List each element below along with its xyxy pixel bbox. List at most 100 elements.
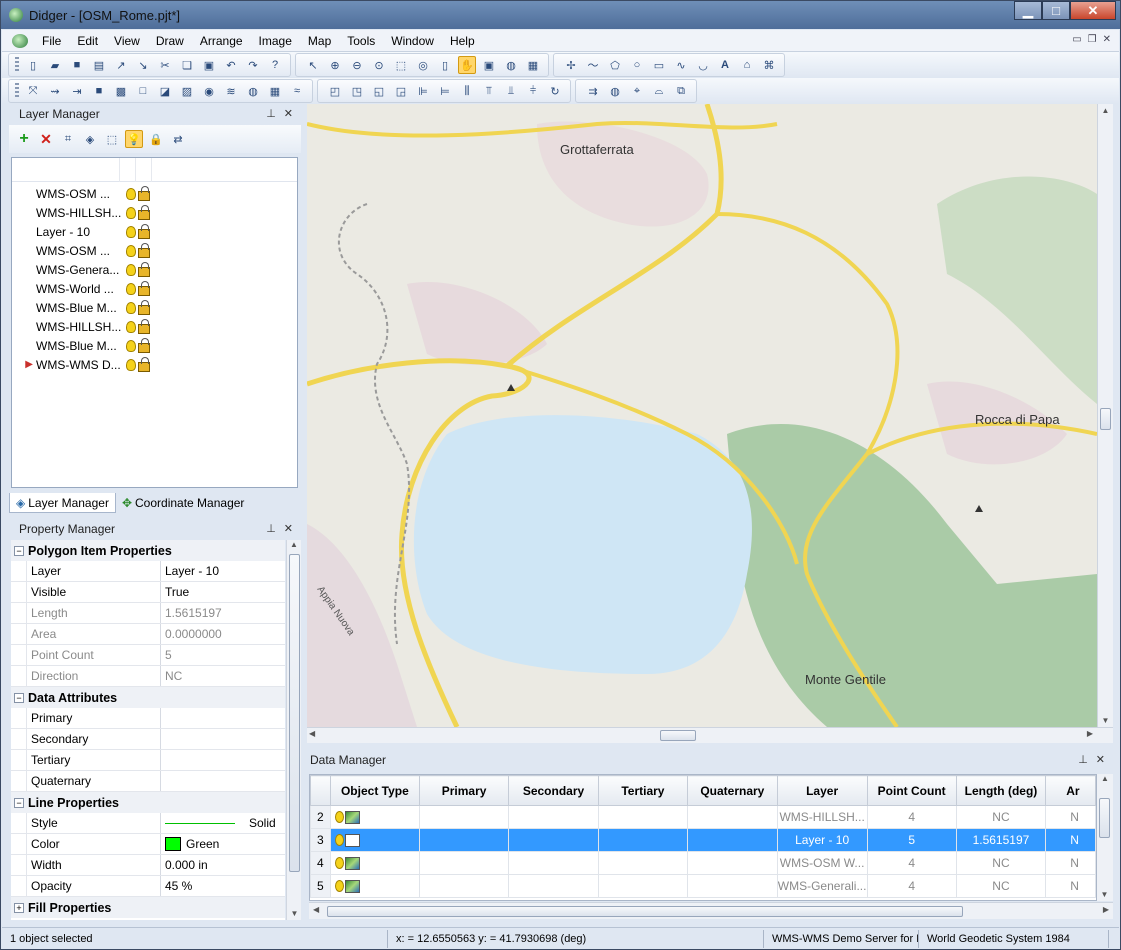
cut-icon[interactable]: ✂ xyxy=(156,56,174,74)
save-icon[interactable]: ■ xyxy=(68,56,86,74)
point-icon[interactable]: ✢ xyxy=(562,56,580,74)
menu-window[interactable]: Window xyxy=(383,34,442,48)
row-number-header[interactable] xyxy=(310,775,331,806)
scroll-up-icon[interactable]: ▲ xyxy=(1097,774,1113,783)
property-row[interactable]: Opacity 45 % xyxy=(11,876,285,897)
menu-help[interactable]: Help xyxy=(442,34,483,48)
layer-stack-icon[interactable]: ◈ xyxy=(81,130,99,148)
property-section-header[interactable]: − Polygon Item Properties xyxy=(11,540,285,561)
cell-layer[interactable]: Layer - 10 xyxy=(776,828,868,852)
close-button[interactable]: ✕ xyxy=(1070,1,1116,20)
pin-icon[interactable]: ⊥ xyxy=(266,107,276,120)
layer-visible-bulb-icon[interactable] xyxy=(126,206,136,219)
panel-close-icon[interactable]: ✕ xyxy=(1096,753,1105,766)
layer-list-item[interactable]: WMS-HILLSH... xyxy=(12,317,297,336)
layer-visible-bulb-icon[interactable] xyxy=(126,244,136,257)
reshape-icon[interactable]: ⤧ xyxy=(24,82,42,100)
layer-list-item[interactable]: WMS-HILLSH... xyxy=(12,203,297,222)
toolbar-grip[interactable] xyxy=(15,83,19,99)
cell-area[interactable]: N xyxy=(1045,828,1096,852)
mdi-close-icon[interactable]: ✕ xyxy=(1103,34,1111,45)
mdi-restore-icon[interactable]: ❐ xyxy=(1088,34,1097,45)
grid-icon[interactable]: ▦ xyxy=(524,56,542,74)
property-value-cell[interactable]: 45 % xyxy=(161,876,285,896)
cell-point-count[interactable]: 5 xyxy=(866,828,957,852)
fill-icon[interactable]: ■ xyxy=(90,82,108,100)
rectangle-icon[interactable]: ▭ xyxy=(650,56,668,74)
cell-object-type[interactable] xyxy=(329,805,420,829)
cell-quaternary[interactable] xyxy=(687,805,778,829)
table-row[interactable]: 3 Layer - 10 5 1.5615197 N xyxy=(310,828,1096,852)
layers-stack-icon[interactable]: ▩ xyxy=(112,82,130,100)
data-horizontal-scrollbar[interactable]: ◀ ▶ xyxy=(309,902,1113,919)
project-icon[interactable]: ◍ xyxy=(606,82,624,100)
align-right-icon[interactable]: ⊨ xyxy=(436,82,454,100)
property-section-header[interactable]: + Fill Properties xyxy=(11,897,285,918)
cell-point-count[interactable]: 4 xyxy=(866,805,957,829)
layer-visible-bulb-icon[interactable] xyxy=(126,225,136,238)
align-middle-icon[interactable]: ⫩ xyxy=(524,82,542,100)
align-bottom-icon[interactable]: ⫫ xyxy=(502,82,520,100)
panel-close-icon[interactable]: ✕ xyxy=(284,522,293,535)
panel-close-icon[interactable]: ✕ xyxy=(284,107,293,120)
cell-object-type[interactable] xyxy=(329,851,420,875)
row-number[interactable]: 4 xyxy=(310,851,331,875)
scroll-right-icon[interactable]: ▶ xyxy=(1087,729,1093,738)
maximize-button[interactable]: □ xyxy=(1042,1,1070,20)
rotate-icon[interactable]: ↻ xyxy=(546,82,564,100)
zoom-rectangle-icon[interactable]: ⬚ xyxy=(392,56,410,74)
open-icon[interactable]: ▰ xyxy=(46,56,64,74)
column-layer[interactable]: Layer xyxy=(776,775,868,806)
layer-visible-bulb-icon[interactable] xyxy=(126,358,136,371)
transform-icon[interactable]: ⇉ xyxy=(584,82,602,100)
menu-arrange[interactable]: Arrange xyxy=(192,34,251,48)
layer-lock-icon[interactable] xyxy=(138,356,150,372)
row-number[interactable]: 5 xyxy=(310,874,331,898)
data-vertical-scrollbar[interactable]: ▲ ▼ xyxy=(1097,774,1113,901)
mosaic-icon[interactable]: ⧉ xyxy=(672,82,690,100)
cell-layer[interactable]: WMS-HILLSH... xyxy=(776,805,868,829)
property-row[interactable]: Primary xyxy=(11,708,285,729)
image-grid-icon[interactable]: ▦ xyxy=(266,82,284,100)
property-value-cell[interactable] xyxy=(161,771,285,791)
layer-list-item[interactable]: WMS-OSM ... xyxy=(12,241,297,260)
scroll-down-icon[interactable]: ▼ xyxy=(287,909,302,918)
cell-layer[interactable]: WMS-Generali... xyxy=(776,874,868,898)
cell-tertiary[interactable] xyxy=(597,851,689,875)
send-back-icon[interactable]: ◳ xyxy=(348,82,366,100)
property-value-cell[interactable]: 0.000 in xyxy=(161,855,285,875)
cell-tertiary[interactable] xyxy=(597,805,689,829)
property-value-cell[interactable] xyxy=(161,708,285,728)
layer-visible-bulb-icon[interactable] xyxy=(126,187,136,200)
text-icon[interactable]: A xyxy=(716,56,734,74)
menu-view[interactable]: View xyxy=(106,34,148,48)
cell-tertiary[interactable] xyxy=(597,874,689,898)
vector-icon[interactable]: ≋ xyxy=(222,82,240,100)
layer-visible-bulb-icon[interactable] xyxy=(126,320,136,333)
menu-tools[interactable]: Tools xyxy=(339,34,383,48)
column-tertiary[interactable]: Tertiary xyxy=(597,775,689,806)
menu-map[interactable]: Map xyxy=(300,34,339,48)
layer-visible-bulb-icon[interactable] xyxy=(126,339,136,352)
table-row[interactable]: 2 WMS-HILLSH... 4 NC N xyxy=(310,805,1096,829)
table-row[interactable]: 4 WMS-OSM W... 4 NC N xyxy=(310,851,1096,875)
snap-icon[interactable]: ⇥ xyxy=(68,82,86,100)
zoom-full-icon[interactable]: ◎ xyxy=(414,56,432,74)
column-object-type[interactable]: Object Type xyxy=(329,775,420,806)
layer-list-item[interactable]: WMS-Blue M... xyxy=(12,298,297,317)
polygon-icon[interactable]: ⬠ xyxy=(606,56,624,74)
bring-front-icon[interactable]: ◰ xyxy=(326,82,344,100)
cell-primary[interactable] xyxy=(418,805,510,829)
cell-area[interactable]: N xyxy=(1045,874,1096,898)
paste-icon[interactable]: ▣ xyxy=(200,56,218,74)
layer-visible-bulb-icon[interactable] xyxy=(126,301,136,314)
property-value-cell[interactable]: True xyxy=(161,582,285,602)
menu-edit[interactable]: Edit xyxy=(69,34,106,48)
contour-icon[interactable]: ◉ xyxy=(200,82,218,100)
didger-app-icon[interactable] xyxy=(9,8,23,22)
wms-globe-icon[interactable]: ◍ xyxy=(244,82,262,100)
cell-secondary[interactable] xyxy=(508,828,599,852)
toolbar-grip[interactable] xyxy=(15,57,19,73)
layer-list-item[interactable]: WMS-World ... xyxy=(12,279,297,298)
map-canvas[interactable]: Grottaferrata Rocca di Papa Monte Gentil… xyxy=(307,104,1097,727)
